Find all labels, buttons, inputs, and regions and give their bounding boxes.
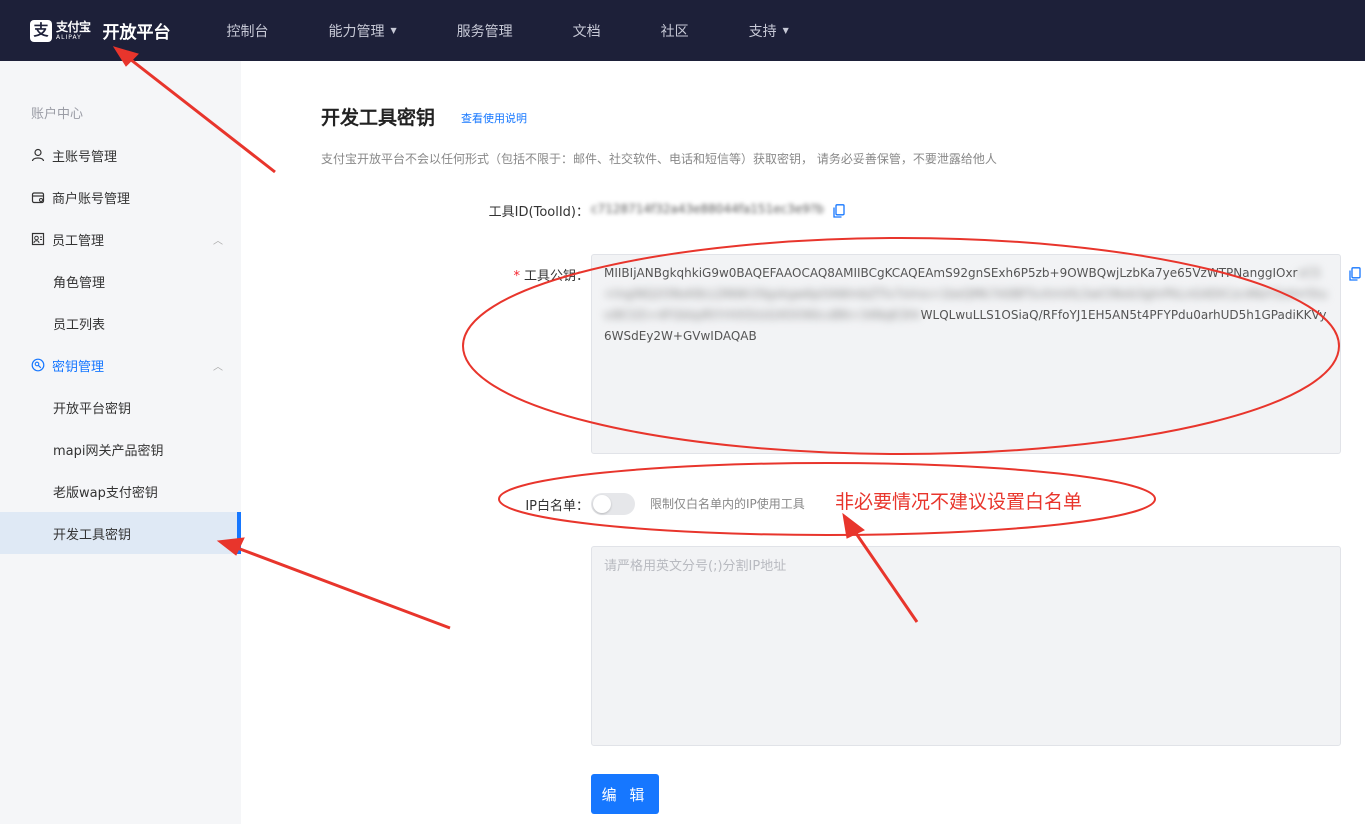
page-description: 支付宝开放平台不会以任何形式（包括不限于：邮件、社交软件、电话和短信等）获取密钥… <box>321 152 997 166</box>
shop-icon <box>30 189 46 205</box>
pubkey-text-part1: MIIBIjANBgkqhkiG9w0BAQEFAAOCAQ8AMIIBCgKC… <box>604 266 1298 280</box>
ip-whitelist-switch[interactable] <box>591 493 635 515</box>
sidebar-item-label: 员工管理 <box>52 233 105 249</box>
sidebar-item-wap-key[interactable]: 老版wap支付密钥 <box>0 470 241 512</box>
nav-label: 服务管理 <box>456 23 513 40</box>
key-icon <box>30 357 46 373</box>
copy-icon[interactable] <box>833 203 845 218</box>
sidebar-item-staff[interactable]: 员工管理 ︿ <box>0 218 241 260</box>
sidebar-item-staff-list[interactable]: 员工列表 <box>0 302 241 344</box>
brand[interactable]: 支 支付宝 ALIPAY 开放平台 <box>30 18 171 43</box>
sidebar-item-key-management[interactable]: 密钥管理 ︿ <box>0 344 241 386</box>
warning-annotation: 非必要情况不建议设置白名单 <box>835 491 1083 513</box>
sidebar-item-label: 开发工具密钥 <box>53 527 132 543</box>
sidebar-item-label: 员工列表 <box>53 317 106 333</box>
logo-cn: 支付宝 <box>56 19 91 34</box>
alipay-logo-text: 支付宝 ALIPAY <box>56 21 91 41</box>
nav-label: 社区 <box>660 23 689 40</box>
nav-support[interactable]: 支持 ▼ <box>749 21 789 41</box>
sidebar: 账户中心 主账号管理 商户账号管理 员工管理 ︿ 角色管理 员工列表 密钥管理 … <box>0 61 241 824</box>
nav-capability[interactable]: 能力管理 ▼ <box>329 21 397 41</box>
ip-whitelist-label: IP白名单： <box>525 499 589 514</box>
sidebar-item-label: mapi网关产品密钥 <box>53 443 164 459</box>
pubkey-label-text: 工具公钥： <box>523 269 589 284</box>
sidebar-item-mapi-key[interactable]: mapi网关产品密钥 <box>0 428 241 470</box>
nav-label: 支持 <box>748 23 777 40</box>
sidebar-item-label: 密钥管理 <box>52 359 105 375</box>
nav-service[interactable]: 服务管理 <box>457 21 513 41</box>
toolid-label: 工具ID(ToolId)： <box>488 205 589 220</box>
pubkey-label: * 工具公钥： <box>471 265 589 284</box>
staff-icon <box>30 231 46 247</box>
ip-switch-description: 限制仅白名单内的IP使用工具 <box>650 497 805 511</box>
chevron-up-icon[interactable]: ︿ <box>213 232 223 247</box>
edit-button[interactable]: 编 辑 <box>591 774 659 814</box>
toolid-value: c7128714f32a43e88044fa151ec3e9?b <box>591 202 824 216</box>
switch-knob <box>593 495 611 513</box>
main-nav: 控制台 能力管理 ▼ 服务管理 文档 社区 支持 ▼ <box>227 21 849 41</box>
sidebar-item-merchant-account[interactable]: 商户账号管理 <box>0 176 241 218</box>
nav-console[interactable]: 控制台 <box>227 21 269 41</box>
platform-name: 开放平台 <box>102 23 171 43</box>
sidebar-item-label: 开放平台密钥 <box>53 401 132 417</box>
chevron-up-icon[interactable]: ︿ <box>213 358 223 373</box>
main-content: 开发工具密钥 查看使用说明 支付宝开放平台不会以任何形式（包括不限于：邮件、社交… <box>241 61 1365 824</box>
logo-en: ALIPAY <box>56 33 82 41</box>
sidebar-item-main-account[interactable]: 主账号管理 <box>0 134 241 176</box>
sidebar-item-open-platform-key[interactable]: 开放平台密钥 <box>0 386 241 428</box>
caret-down-icon: ▼ <box>390 26 397 35</box>
sidebar-item-label: 主账号管理 <box>52 149 118 165</box>
top-nav-bar: 支 支付宝 ALIPAY 开放平台 控制台 能力管理 ▼ 服务管理 文档 社区 支… <box>0 0 1365 61</box>
sidebar-item-roles[interactable]: 角色管理 <box>0 260 241 302</box>
sidebar-item-label: 商户账号管理 <box>52 191 131 207</box>
required-mark: * <box>513 269 520 284</box>
sidebar-item-dev-tool-key[interactable]: 开发工具密钥 <box>0 512 241 554</box>
ip-whitelist-input[interactable] <box>591 546 1341 746</box>
nav-label: 控制台 <box>226 23 269 40</box>
nav-label: 文档 <box>572 23 601 40</box>
page-title: 开发工具密钥 <box>321 107 436 129</box>
alipay-logo-icon: 支 <box>30 19 52 42</box>
caret-down-icon: ▼ <box>782 26 789 35</box>
nav-docs[interactable]: 文档 <box>573 21 601 41</box>
user-icon <box>30 147 46 163</box>
copy-icon[interactable] <box>1349 266 1361 281</box>
nav-community[interactable]: 社区 <box>661 21 689 41</box>
nav-label: 能力管理 <box>328 23 385 40</box>
sidebar-title: 账户中心 <box>31 107 84 122</box>
sidebar-item-label: 老版wap支付密钥 <box>53 485 158 501</box>
sidebar-item-label: 角色管理 <box>53 275 106 291</box>
pubkey-display[interactable]: MIIBIjANBgkqhkiG9w0BAQEFAAOCAQ8AMIIBCgKC… <box>591 254 1341 454</box>
help-link[interactable]: 查看使用说明 <box>461 110 527 126</box>
